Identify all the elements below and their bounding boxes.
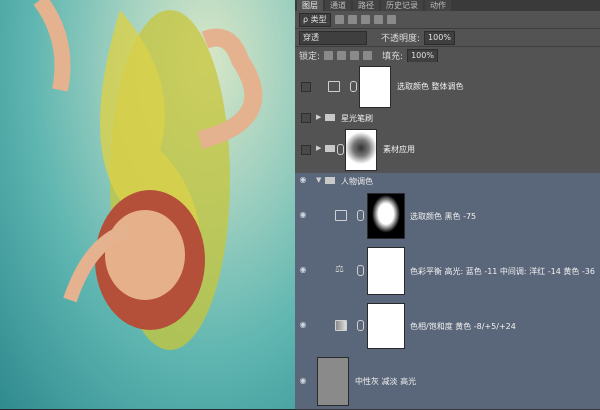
lock-label: 锁定: bbox=[299, 52, 321, 62]
tab-actions[interactable]: 动作 bbox=[425, 0, 451, 11]
layer-group-row[interactable]: ▶ 星光笔刷 bbox=[295, 110, 600, 126]
expand-arrow-icon[interactable]: ▶ bbox=[316, 144, 321, 152]
lock-transparency-icon[interactable] bbox=[324, 51, 334, 60]
lock-move-icon[interactable] bbox=[350, 51, 360, 60]
balance-icon: ⚖ bbox=[335, 264, 344, 275]
layer-row[interactable]: ▶ 素材应用 bbox=[295, 125, 600, 174]
eye-icon[interactable]: ◉ bbox=[298, 210, 308, 220]
blend-row: 穿透 不透明度: 100% bbox=[295, 29, 600, 47]
layer-row[interactable]: ◉ ⚖ 色彩平衡 高光: 蓝色 -11 中间调: 洋红 -14 黄色 -36 bbox=[295, 242, 600, 299]
layer-mask-thumb bbox=[359, 66, 391, 108]
layer-name: 素材应用 bbox=[383, 145, 415, 154]
panel-tabs: 图层 通道 路径 历史记录 动作 bbox=[295, 0, 600, 11]
eye-icon[interactable]: ◉ bbox=[298, 175, 308, 185]
folder-open-icon bbox=[325, 177, 335, 184]
link-icon bbox=[337, 144, 344, 155]
folder-icon bbox=[325, 145, 335, 152]
filter-row: ρ 类型 bbox=[295, 11, 600, 29]
collapse-arrow-icon[interactable]: ▼ bbox=[316, 176, 321, 184]
link-icon bbox=[357, 320, 364, 331]
layer-row[interactable]: ◉ 中性灰 减淡 高光 bbox=[295, 352, 600, 410]
tab-layers[interactable]: 图层 bbox=[297, 0, 323, 11]
blend-mode-select[interactable]: 穿透 bbox=[299, 30, 367, 45]
layer-name: 中性灰 减淡 高光 bbox=[355, 377, 417, 386]
layer-mask-thumb bbox=[367, 303, 405, 349]
tab-history[interactable]: 历史记录 bbox=[381, 0, 423, 11]
opacity-label: 不透明度: bbox=[381, 34, 421, 44]
link-icon bbox=[357, 210, 364, 221]
layer-row[interactable]: ◉ 选取颜色 黑色 -75 bbox=[295, 188, 600, 243]
layer-name: 星光笔刷 bbox=[341, 114, 373, 123]
layer-row[interactable]: 选取颜色 整体调色 bbox=[295, 62, 600, 111]
layer-name: 人物调色 bbox=[341, 177, 373, 186]
expand-arrow-icon[interactable]: ▶ bbox=[316, 113, 321, 121]
fill-label: 填充: bbox=[382, 52, 404, 62]
layer-row[interactable]: ◉ 色相/饱和度 黄色 -8/+5/+24 bbox=[295, 298, 600, 353]
layer-mask-thumb bbox=[367, 247, 405, 295]
layer-mask-thumb bbox=[345, 129, 377, 171]
eye-icon[interactable]: ◉ bbox=[298, 320, 308, 330]
hue-saturation-icon bbox=[335, 320, 347, 331]
photo-illustration bbox=[33, 0, 263, 350]
tab-channels[interactable]: 通道 bbox=[325, 0, 351, 11]
layers-panel: 图层 通道 路径 历史记录 动作 ρ 类型 穿透 不透明度: 100% 锁定: … bbox=[295, 0, 600, 410]
layer-thumb bbox=[317, 357, 349, 406]
visibility-box[interactable] bbox=[301, 82, 311, 92]
filter-type-icon[interactable] bbox=[360, 15, 370, 24]
filter-adjust-icon[interactable] bbox=[347, 15, 357, 24]
eye-icon[interactable]: ◉ bbox=[298, 265, 308, 275]
filter-smart-icon[interactable] bbox=[386, 15, 396, 24]
lock-all-icon[interactable] bbox=[363, 51, 373, 60]
filter-shape-icon[interactable] bbox=[373, 15, 383, 24]
link-icon bbox=[350, 81, 357, 92]
selective-color-icon bbox=[335, 210, 347, 221]
layers-list: 选取颜色 整体调色 ▶ 星光笔刷 ▶ 素材应用 ◉ ▼ 人物调色 ◉ 选取颜色 … bbox=[295, 62, 600, 410]
fill-input[interactable]: 100% bbox=[407, 48, 438, 63]
tab-paths[interactable]: 路径 bbox=[353, 0, 379, 11]
filter-pixel-icon[interactable] bbox=[334, 15, 344, 24]
adjustment-icon bbox=[328, 81, 340, 92]
layer-name: 色彩平衡 高光: 蓝色 -11 中间调: 洋红 -14 黄色 -36 bbox=[410, 267, 595, 276]
lock-brush-icon[interactable] bbox=[337, 51, 347, 60]
link-icon bbox=[357, 265, 364, 276]
eye-icon[interactable]: ◉ bbox=[298, 376, 308, 386]
filter-type-select[interactable]: ρ 类型 bbox=[299, 12, 331, 27]
layer-group-row[interactable]: ◉ ▼ 人物调色 bbox=[295, 173, 600, 189]
visibility-box[interactable] bbox=[301, 145, 311, 155]
layer-mask-thumb bbox=[367, 193, 405, 239]
photo-canvas bbox=[0, 0, 295, 409]
opacity-input[interactable]: 100% bbox=[424, 30, 455, 45]
visibility-box[interactable] bbox=[301, 113, 311, 123]
layer-name: 色相/饱和度 黄色 -8/+5/+24 bbox=[410, 322, 516, 331]
layer-name: 选取颜色 黑色 -75 bbox=[410, 212, 477, 221]
folder-icon bbox=[325, 114, 335, 121]
layer-name: 选取颜色 整体调色 bbox=[397, 82, 464, 91]
